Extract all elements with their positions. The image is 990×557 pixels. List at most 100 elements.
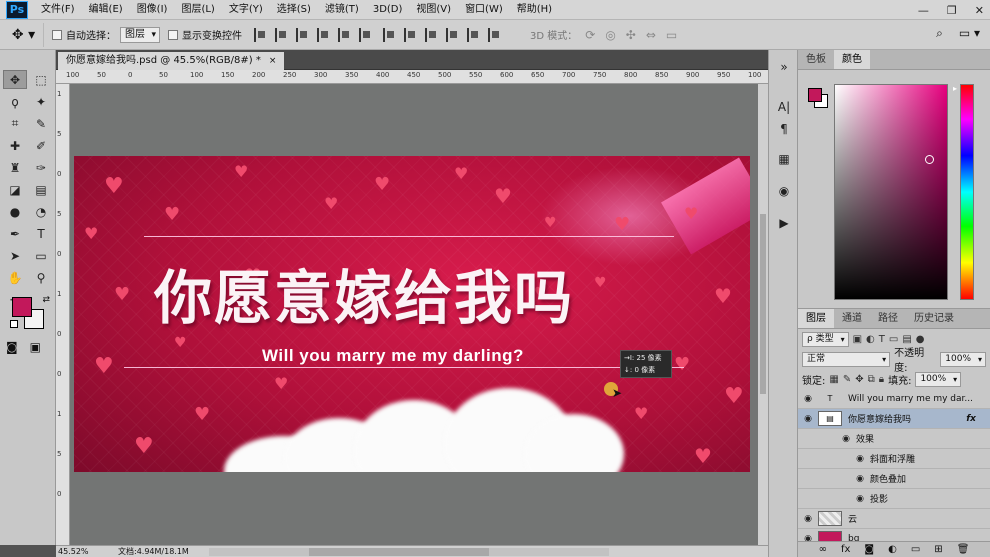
workspace-icon[interactable]: ▭ ▾ [959,26,980,41]
distribute-bottom-icon[interactable] [425,27,437,42]
menu-help[interactable]: 帮助(H) [510,0,559,20]
canvas-area[interactable]: ♥ ♥ ♥ ♥ ♥ ♥ ♥ ♥ ♥ ♥ ♥ ♥ ♥ ♥ ♥ ♥ ♥ ♥ ♥ ♥ ♥ ♥ ♥ ♥ ♥ ♥ 你愿意嫁给我吗 Will … [70,84,758,545]
visibility-eye-icon[interactable]: ◉ [836,434,856,444]
add-mask-icon[interactable]: ◙ [864,544,874,555]
horizontal-scroll-thumb[interactable] [308,547,489,556]
play-actions-icon[interactable]: ▶ [775,216,793,232]
hue-slider[interactable] [960,84,974,300]
hand-tool-icon[interactable]: ✋ [3,268,27,287]
distribute-vcenter-icon[interactable] [404,27,416,42]
layer-row-title[interactable]: ◉ ▤ 你愿意嫁给我吗 fx [798,409,990,429]
character-panel-icon[interactable]: A| [775,100,793,116]
distribute-hcenter-icon[interactable] [467,27,479,42]
visibility-eye-icon[interactable]: ◉ [798,414,818,424]
add-style-icon[interactable]: fx [841,544,850,555]
auto-select-checkbox[interactable] [52,29,62,40]
link-layers-icon[interactable]: ∞ [819,544,827,555]
layer-filter-dropdown[interactable]: ρ 类型 [802,331,849,347]
filter-toggle-icon[interactable]: ● [916,334,925,345]
filter-shape-icon[interactable]: ▭ [889,334,898,345]
vertical-scrollbar[interactable] [758,84,768,545]
menu-filter[interactable]: 滤镜(T) [318,0,366,20]
tab-paths[interactable]: 路径 [870,309,906,328]
rectangle-tool-icon[interactable]: ▭ [29,246,53,265]
lock-image-icon[interactable]: ✎ [843,374,851,385]
swatches-grid-icon[interactable]: ▦ [775,152,793,168]
screen-mode-icon[interactable]: ▣ [30,340,41,354]
menu-image[interactable]: 图像(I) [130,0,175,20]
filter-pixel-icon[interactable]: ▣ [853,334,862,345]
show-transform-checkbox[interactable] [168,29,178,40]
layer-effect-drop-shadow[interactable]: ◉ 投影 [798,489,990,509]
fill-input[interactable]: 100% [915,371,962,387]
close-tab-icon[interactable]: × [269,56,277,66]
layer-effects-group[interactable]: ◉ 效果 [798,429,990,449]
color-swatches[interactable]: ⇄ [10,295,50,335]
gradient-tool-icon[interactable]: ▤ [29,180,53,199]
hue-slider-arrow-icon[interactable]: ▸ [953,84,957,93]
vertical-ruler[interactable]: 1 5 0 5 0 1 0 0 1 5 0 [56,84,70,545]
tab-layers[interactable]: 图层 [798,309,834,328]
path-selection-tool-icon[interactable]: ➤ [3,246,27,265]
document-tab[interactable]: 你愿意嫁给我吗.psd @ 45.5%(RGB/8#) * × [58,52,285,70]
history-brush-tool-icon[interactable]: ✑ [29,158,53,177]
brush-tool-icon[interactable]: ✐ [29,136,53,155]
3d-drag-icon[interactable]: ✣ [626,28,636,42]
menu-edit[interactable]: 编辑(E) [82,0,130,20]
artwork-canvas[interactable]: ♥ ♥ ♥ ♥ ♥ ♥ ♥ ♥ ♥ ♥ ♥ ♥ ♥ ♥ ♥ ♥ ♥ ♥ ♥ ♥ ♥ ♥ ♥ ♥ ♥ ♥ 你愿意嫁给我吗 Will … [74,156,750,472]
healing-brush-tool-icon[interactable]: ✚ [3,136,27,155]
saturation-value-field[interactable] [834,84,948,300]
filter-adjustment-icon[interactable]: ◐ [866,334,875,345]
pen-tool-icon[interactable]: ✒ [3,224,27,243]
move-tool-icon[interactable]: ✥ [3,70,27,89]
visibility-eye-icon[interactable]: ◉ [850,454,870,464]
layer-name[interactable]: 你愿意嫁给我吗 [848,412,966,425]
lock-artboard-icon[interactable]: ⧉ [868,374,875,385]
new-adjustment-icon[interactable]: ◐ [888,544,897,555]
3d-scale-icon[interactable]: ▭ [666,28,677,42]
move-tool-preset-icon[interactable]: ✥ ▾ [4,22,44,47]
distribute-top-icon[interactable] [383,27,395,42]
default-colors-icon[interactable] [10,320,18,328]
layer-row-text[interactable]: ◉ T Will you marry me my dar... [798,389,990,409]
menu-3d[interactable]: 3D(D) [366,0,410,20]
delete-layer-icon[interactable]: 🗑︎ [957,544,970,555]
adjustments-panel-icon[interactable]: ◉ [775,184,793,200]
new-layer-icon[interactable]: ⊞ [934,544,942,555]
search-icon[interactable]: ⌕ [936,26,943,41]
distribute-left-icon[interactable] [446,27,458,42]
horizontal-ruler[interactable]: 100 50 0 50 100 150 200 250 300 350 400 450 500 550 60… [56,70,768,84]
paragraph-panel-icon[interactable]: ¶ [775,122,793,138]
tab-channels[interactable]: 通道 [834,309,870,328]
filter-type-icon[interactable]: T [879,334,885,345]
collapse-panels-icon[interactable]: » [775,60,793,76]
lock-transparent-icon[interactable]: ▦ [829,374,838,385]
menu-select[interactable]: 选择(S) [270,0,318,20]
align-hcenter-icon[interactable] [338,27,350,42]
layer-effects-icon[interactable]: fx [966,414,976,424]
lock-all-icon[interactable]: 🔒︎ [879,374,884,385]
layer-name[interactable]: Will you marry me my dar... [848,394,990,404]
menu-view[interactable]: 视图(V) [409,0,458,20]
marquee-tool-icon[interactable]: ⬚ [29,70,53,89]
3d-roll-icon[interactable]: ◎ [605,28,615,42]
menu-type[interactable]: 文字(Y) [222,0,270,20]
blur-tool-icon[interactable]: ● [3,202,27,221]
layer-row-cloud[interactable]: ◉ 云 [798,509,990,529]
restore-button[interactable]: ❐ [947,4,957,17]
filter-smart-object-icon[interactable]: ▤ [902,334,911,345]
visibility-eye-icon[interactable]: ◉ [798,394,818,404]
horizontal-scrollbar[interactable] [208,547,609,556]
align-top-icon[interactable] [254,27,266,42]
type-tool-icon[interactable]: T [29,224,53,243]
quick-mask-icon[interactable]: ◙ [6,340,18,354]
foreground-color-swatch[interactable] [12,297,32,317]
minimize-button[interactable]: — [918,4,929,17]
visibility-eye-icon[interactable]: ◉ [850,474,870,484]
blend-mode-dropdown[interactable]: 正常 [802,351,891,367]
picker-foreground-swatch[interactable] [808,88,822,102]
tab-history[interactable]: 历史记录 [906,309,962,328]
3d-slide-icon[interactable]: ⇔ [646,28,656,42]
crop-tool-icon[interactable]: ⌗ [3,114,27,133]
zoom-level[interactable]: 45.52% [56,547,96,556]
